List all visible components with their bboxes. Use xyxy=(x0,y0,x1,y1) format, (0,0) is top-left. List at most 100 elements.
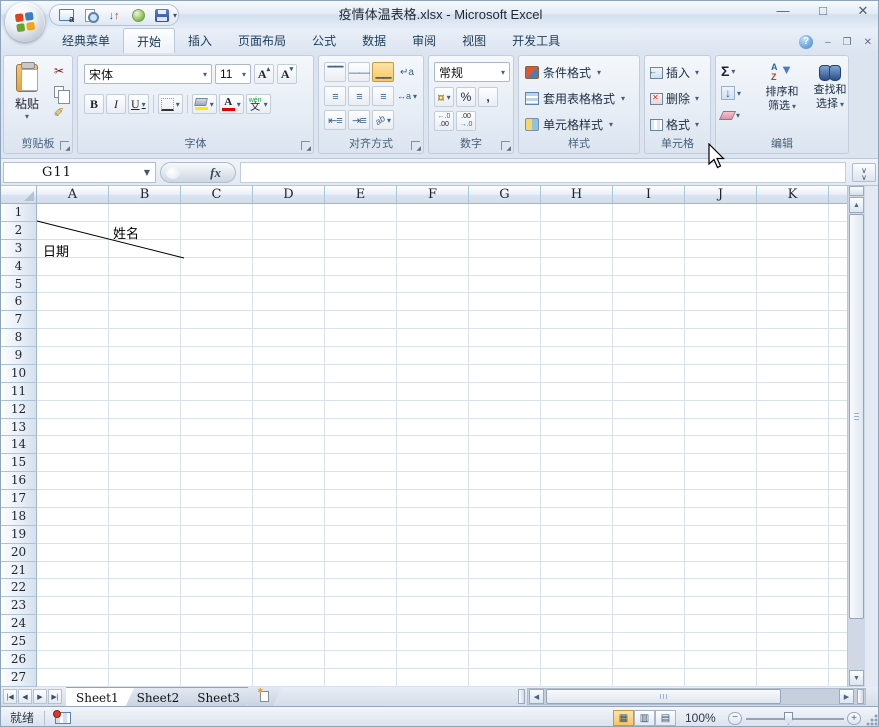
cell-G13[interactable] xyxy=(469,418,541,437)
cell-A6[interactable] xyxy=(37,293,109,312)
align-bottom-button[interactable]: ▁▁ xyxy=(372,62,394,82)
cell-K12[interactable] xyxy=(757,400,829,419)
cell-F22[interactable] xyxy=(397,579,469,598)
cell-H13[interactable] xyxy=(541,418,613,437)
cell-D24[interactable] xyxy=(253,615,325,633)
cell-D9[interactable] xyxy=(253,347,325,365)
cell-A19[interactable] xyxy=(37,525,109,544)
format-cells-button[interactable]: 格式 xyxy=(650,113,699,136)
cell-E8[interactable] xyxy=(325,329,397,347)
cell-styles-button[interactable]: 单元格样式 xyxy=(523,113,627,136)
cell-J10[interactable] xyxy=(685,364,757,383)
cell-D12[interactable] xyxy=(253,400,325,419)
cell-G21[interactable] xyxy=(469,561,541,580)
cell-K1[interactable] xyxy=(757,204,829,222)
cell-D21[interactable] xyxy=(253,561,325,580)
cell-D2[interactable] xyxy=(253,221,325,240)
cell-J2[interactable] xyxy=(685,221,757,240)
chevron-down-icon[interactable]: ▾ xyxy=(497,68,505,77)
macro-record-icon[interactable] xyxy=(53,709,72,724)
cell-G14[interactable] xyxy=(469,436,541,455)
cell-F21[interactable] xyxy=(397,561,469,580)
scroll-down-icon[interactable]: ▼ xyxy=(849,670,864,686)
cell-C8[interactable] xyxy=(181,329,253,347)
cell-A18[interactable] xyxy=(37,507,109,526)
cell-J4[interactable] xyxy=(685,257,757,276)
cell-C16[interactable] xyxy=(181,472,253,490)
cell-C25[interactable] xyxy=(181,633,253,651)
ribbon-tab-4[interactable]: 页面布局 xyxy=(225,28,299,53)
cell-J9[interactable] xyxy=(685,347,757,365)
cell-K6[interactable] xyxy=(757,293,829,312)
format-painter-button[interactable]: ✐ xyxy=(50,104,68,122)
cell-D10[interactable] xyxy=(253,364,325,383)
row-header-13[interactable]: 13 xyxy=(1,418,37,437)
column-header-C[interactable]: C xyxy=(181,186,253,204)
cell-A5[interactable] xyxy=(37,275,109,294)
row-header-10[interactable]: 10 xyxy=(1,364,37,383)
cell-E24[interactable] xyxy=(325,615,397,633)
cell-K2[interactable] xyxy=(757,221,829,240)
fill-color-button[interactable] xyxy=(191,94,217,114)
row-header-22[interactable]: 22 xyxy=(1,579,37,598)
cell-H8[interactable] xyxy=(541,329,613,347)
name-box[interactable]: G11 ▼ xyxy=(3,162,156,183)
cell-J13[interactable] xyxy=(685,418,757,437)
zoom-slider-thumb[interactable] xyxy=(784,712,793,725)
cell-C26[interactable] xyxy=(181,650,253,669)
cell-F10[interactable] xyxy=(397,364,469,383)
cell-I15[interactable] xyxy=(613,454,685,473)
cell-I19[interactable] xyxy=(613,525,685,544)
sheet-tab-Sheet3[interactable]: Sheet3 xyxy=(187,687,256,706)
column-header-F[interactable]: F xyxy=(397,186,469,204)
cell-C19[interactable] xyxy=(181,525,253,544)
cell-G2[interactable] xyxy=(469,221,541,240)
cell-J8[interactable] xyxy=(685,329,757,347)
cell-D5[interactable] xyxy=(253,275,325,294)
cell-H23[interactable] xyxy=(541,597,613,616)
cell-H11[interactable] xyxy=(541,382,613,401)
cell-E3[interactable] xyxy=(325,239,397,258)
cell-J14[interactable] xyxy=(685,436,757,455)
cell-J25[interactable] xyxy=(685,633,757,651)
column-header-E[interactable]: E xyxy=(325,186,397,204)
cell-G5[interactable] xyxy=(469,275,541,294)
cell-C20[interactable] xyxy=(181,543,253,562)
alignment-dialog-launcher-icon[interactable] xyxy=(411,141,421,152)
cell-I13[interactable] xyxy=(613,418,685,437)
cell-K23[interactable] xyxy=(757,597,829,616)
help-icon[interactable]: ? xyxy=(799,35,814,49)
number-format-combo[interactable]: 常规 ▾ xyxy=(434,62,510,82)
cell-A9[interactable] xyxy=(37,347,109,365)
row-header-6[interactable]: 6 xyxy=(1,293,37,312)
cell-A14[interactable] xyxy=(37,436,109,455)
cell-F11[interactable] xyxy=(397,382,469,401)
cell-G11[interactable] xyxy=(469,382,541,401)
cell-G8[interactable] xyxy=(469,329,541,347)
cell-E9[interactable] xyxy=(325,347,397,365)
column-header-H[interactable]: H xyxy=(541,186,613,204)
column-header-A[interactable]: A xyxy=(37,186,109,204)
cell-C4[interactable] xyxy=(181,257,253,276)
cell-F1[interactable] xyxy=(397,204,469,222)
cell-D20[interactable] xyxy=(253,543,325,562)
cell-D11[interactable] xyxy=(253,382,325,401)
cell-B5[interactable] xyxy=(109,275,181,294)
cell-J19[interactable] xyxy=(685,525,757,544)
row-header-23[interactable]: 23 xyxy=(1,597,37,616)
merge-center-button[interactable]: ↔a xyxy=(396,86,418,106)
cell-J20[interactable] xyxy=(685,543,757,562)
cell-F8[interactable] xyxy=(397,329,469,347)
cell-J6[interactable] xyxy=(685,293,757,312)
cell-E23[interactable] xyxy=(325,597,397,616)
next-sheet-icon[interactable]: ▶ xyxy=(33,689,47,704)
cell-E16[interactable] xyxy=(325,472,397,490)
row-header-25[interactable]: 25 xyxy=(1,633,37,651)
cell-I26[interactable] xyxy=(613,650,685,669)
ribbon-tab-1[interactable]: 经典菜单 xyxy=(49,28,123,53)
cell-E27[interactable] xyxy=(325,668,397,687)
cell-H15[interactable] xyxy=(541,454,613,473)
ribbon-tab-5[interactable]: 公式 xyxy=(299,28,349,53)
row-header-9[interactable]: 9 xyxy=(1,347,37,365)
cell-F27[interactable] xyxy=(397,668,469,687)
